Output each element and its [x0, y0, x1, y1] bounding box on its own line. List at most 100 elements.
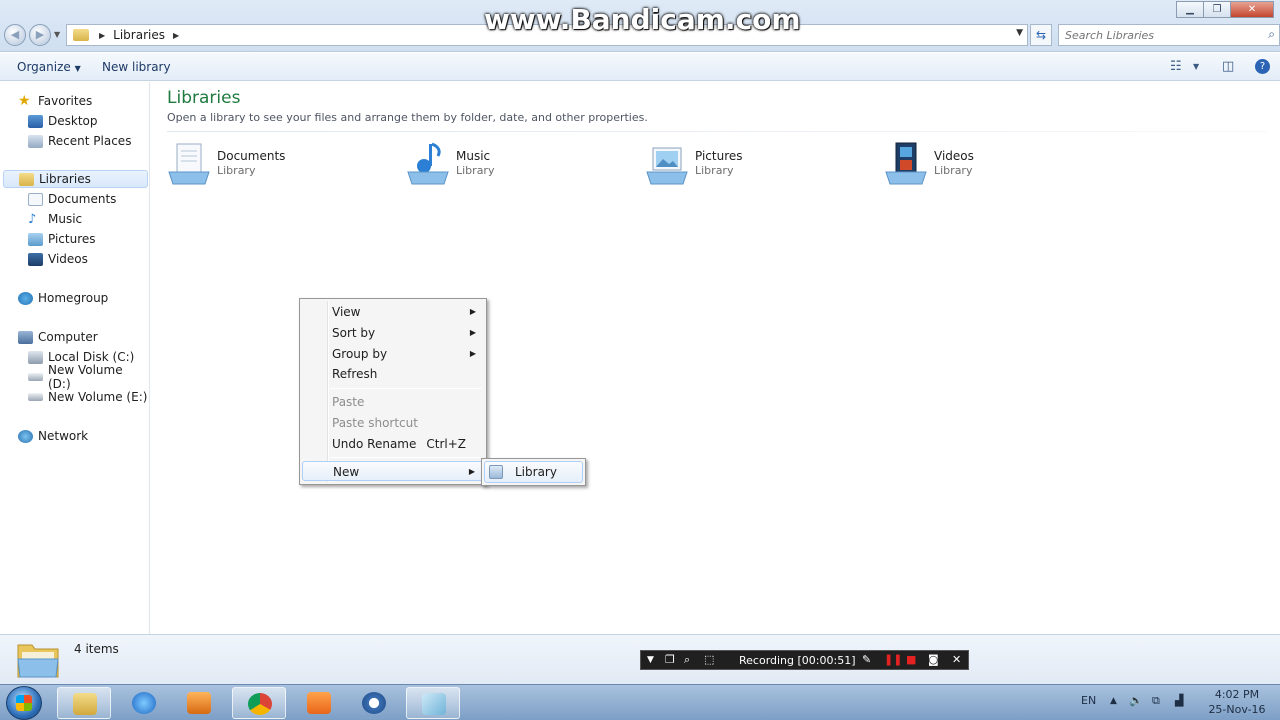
sidebar-item-libraries[interactable]: Libraries [3, 170, 148, 188]
new-submenu: Library [481, 458, 586, 486]
camera-icon[interactable]: ◙ [928, 653, 939, 666]
clock-date: 25-Nov-16 [1208, 703, 1266, 716]
sidebar-item-label: Music [48, 212, 83, 226]
sidebar-item-recent-places[interactable]: Recent Places [28, 132, 131, 150]
sidebar-item-pictures[interactable]: Pictures [28, 230, 96, 248]
close-button[interactable]: ✕ [1230, 1, 1274, 18]
organize-button[interactable]: Organize ▼ [17, 60, 81, 74]
library-tile-pictures[interactable]: Pictures Library [645, 138, 865, 186]
sidebar-item-homegroup[interactable]: Homegroup [18, 289, 108, 307]
submenu-arrow-icon: ▶ [468, 467, 475, 476]
search-icon[interactable]: ⌕ [1268, 27, 1275, 42]
sidebar-item-favorites[interactable]: ★ Favorites [18, 92, 92, 110]
new-library-button[interactable]: New library [102, 60, 171, 74]
network-signal-icon[interactable]: ▟ [1175, 694, 1183, 707]
sidebar-item-label: Local Disk (C:) [48, 350, 135, 364]
preview-pane-icon[interactable]: ◫ [1222, 59, 1234, 74]
window-controls: ▁ ❐ ✕ [1176, 1, 1274, 18]
stop-icon[interactable]: ■ [906, 653, 916, 666]
sidebar-item-volume-d[interactable]: New Volume (D:) [28, 363, 149, 391]
submenu-item-library[interactable]: Library [484, 461, 583, 483]
item-count: 4 items [74, 642, 119, 656]
recent-pages-dropdown-icon[interactable]: ▼ [54, 30, 60, 39]
menu-item-label: Library [515, 465, 557, 479]
address-dropdown-icon[interactable]: ▼ [1016, 28, 1023, 38]
drive-icon [28, 373, 43, 381]
menu-item-label: New [333, 465, 360, 479]
taskbar-chrome[interactable] [232, 687, 286, 719]
network-icon [18, 429, 33, 443]
sidebar-item-music[interactable]: ♪ Music [28, 210, 82, 228]
windows-logo-icon [16, 695, 32, 711]
library-type: Library [934, 164, 973, 177]
breadcrumb-chevron-icon[interactable]: ▶ [99, 31, 105, 40]
close-icon[interactable]: ✕ [952, 653, 961, 666]
refresh-button[interactable]: ⇆ [1030, 24, 1052, 46]
clock[interactable]: 4:02 PM 25-Nov-16 [1204, 687, 1270, 717]
menu-separator [330, 457, 482, 458]
library-tile-videos[interactable]: Videos Library [884, 138, 1104, 186]
pause-icon[interactable]: ❚❚ [884, 653, 902, 666]
menu-item-new[interactable]: New ▶ [302, 461, 484, 481]
volume-icon[interactable]: 🔈 [1129, 694, 1143, 707]
navigation-pane: ★ Favorites Desktop Recent Places Librar… [0, 82, 150, 634]
show-hidden-icons-icon[interactable]: ▲ [1110, 696, 1117, 706]
window-mode-icon[interactable]: ❐ [665, 653, 675, 666]
sidebar-item-label: Desktop [48, 114, 98, 128]
menu-dropdown-icon[interactable]: ▼ [647, 655, 654, 665]
sidebar-item-documents[interactable]: Documents [28, 190, 116, 208]
submenu-arrow-icon: ▶ [469, 307, 476, 316]
taskbar-explorer[interactable] [57, 687, 111, 719]
breadcrumb-libraries[interactable]: Libraries [113, 28, 165, 42]
taskbar-app[interactable] [406, 687, 460, 719]
search-box[interactable]: ⌕ [1058, 24, 1280, 46]
menu-item-view[interactable]: View ▶ [302, 302, 484, 322]
library-name: Pictures [695, 149, 743, 163]
change-view-icon[interactable]: ☷ [1170, 59, 1182, 74]
submenu-arrow-icon: ▶ [469, 349, 476, 358]
back-button[interactable]: ◀ [4, 24, 26, 46]
taskbar-bandicam[interactable] [347, 687, 401, 719]
menu-item-label: Refresh [332, 367, 378, 381]
menu-separator [330, 388, 482, 389]
menu-item-undo-rename[interactable]: Undo Rename Ctrl+Z [302, 434, 484, 454]
breadcrumb-chevron-icon[interactable]: ▶ [173, 31, 179, 40]
sidebar-item-videos[interactable]: Videos [28, 250, 88, 268]
sidebar-item-volume-e[interactable]: New Volume (E:) [28, 388, 147, 406]
sidebar-item-label: Libraries [39, 172, 91, 186]
forward-arrow-icon: ▶ [35, 28, 45, 41]
zoom-icon[interactable]: ⌕ [684, 653, 690, 667]
language-indicator[interactable]: EN [1081, 694, 1096, 707]
menu-item-sort-by[interactable]: Sort by ▶ [302, 323, 484, 343]
sidebar-item-desktop[interactable]: Desktop [28, 112, 98, 130]
maximize-button[interactable]: ❐ [1203, 1, 1231, 18]
help-icon[interactable]: ? [1255, 59, 1270, 74]
internet-explorer-icon [132, 692, 156, 714]
usb-icon[interactable]: ⧉ [1152, 694, 1160, 708]
sidebar-item-label: Homegroup [38, 291, 109, 305]
select-area-icon[interactable]: ⬚ [704, 653, 714, 666]
forward-button[interactable]: ▶ [29, 24, 51, 46]
menu-item-group-by[interactable]: Group by ▶ [302, 344, 484, 364]
taskbar-internet-explorer[interactable] [117, 687, 171, 719]
start-button[interactable] [6, 686, 42, 720]
sidebar-item-label: Favorites [38, 94, 93, 108]
taskbar-uc-browser[interactable] [292, 687, 346, 719]
organize-label: Organize [17, 60, 71, 74]
library-tile-music[interactable]: Music Library [406, 138, 626, 186]
sidebar-item-label: New Volume (E:) [48, 390, 148, 404]
sidebar-item-network[interactable]: Network [18, 427, 88, 445]
view-options-dropdown-icon[interactable]: ▼ [1193, 62, 1199, 71]
pencil-icon[interactable]: ✎ [862, 653, 871, 666]
sidebar-item-label: Network [38, 429, 89, 443]
sidebar-item-computer[interactable]: Computer [18, 328, 98, 346]
library-type: Library [456, 164, 495, 177]
search-input[interactable] [1065, 28, 1255, 42]
minimize-button[interactable]: ▁ [1176, 1, 1204, 18]
recording-status: Recording [00:00:51] [739, 654, 856, 667]
library-tile-documents[interactable]: Documents Library [167, 138, 387, 186]
taskbar-media-player[interactable] [172, 687, 226, 719]
menu-item-refresh[interactable]: Refresh [302, 364, 484, 384]
page-subtitle: Open a library to see your files and arr… [167, 111, 648, 124]
recent-places-icon [28, 134, 43, 148]
